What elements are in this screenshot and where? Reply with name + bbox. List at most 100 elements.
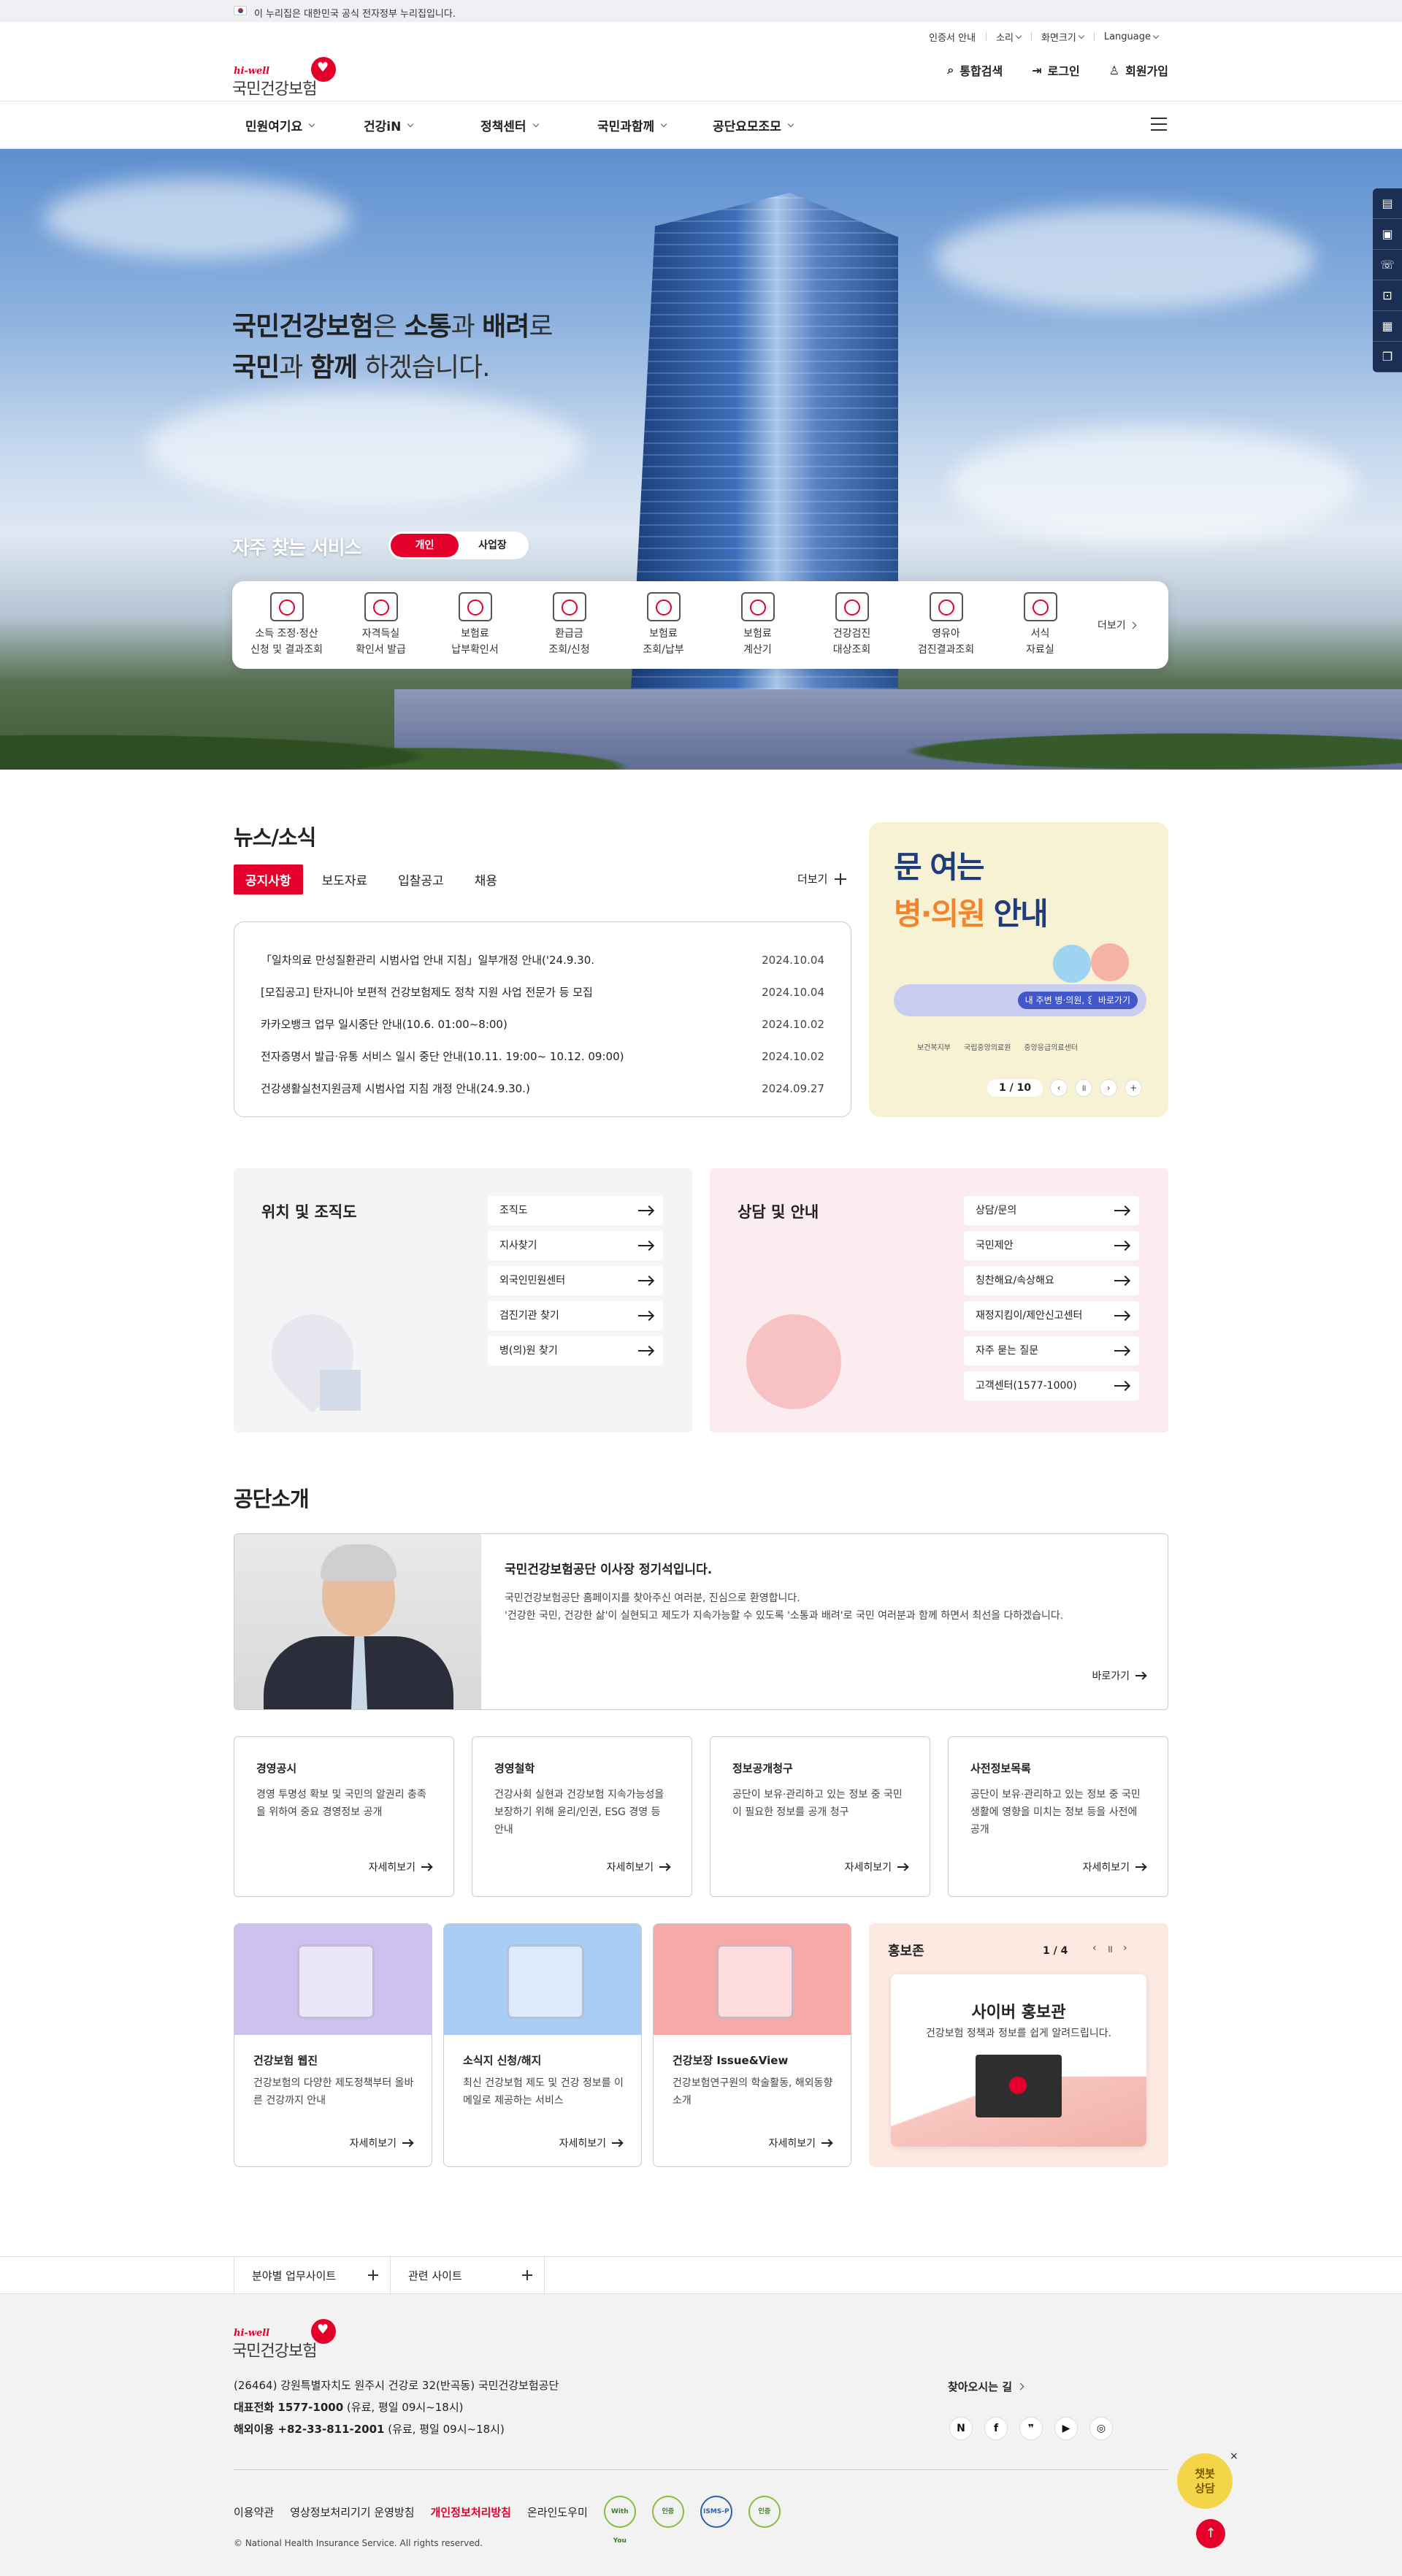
next-icon[interactable]: › bbox=[1100, 1079, 1118, 1097]
newsletter-card[interactable]: 소식지 신청/해지 최신 건강보험 제도 및 건강 정보를 이메일로 제공하는 서… bbox=[443, 1923, 642, 2167]
info-card[interactable]: 경영공시 경영 투명성 확보 및 국민의 알권리 충족을 위하여 중요 경영정보 … bbox=[234, 1736, 454, 1897]
location-link[interactable]: 병(의)원 찾기 bbox=[488, 1336, 663, 1365]
info-card[interactable]: 경영철학 건강사회 실현과 건강보험 지속가능성을 보장하기 위해 윤리/인권, … bbox=[472, 1736, 692, 1897]
list-item[interactable]: 전자증명서 발급·유통 서비스 일시 중단 안내(10.11. 19:00~ 1… bbox=[261, 1040, 824, 1073]
gnb-item-together[interactable]: 국민과함께 bbox=[597, 116, 713, 134]
youtube-icon[interactable]: ▶ bbox=[1054, 2417, 1078, 2440]
service-refund[interactable]: 환급금 조회/신청 bbox=[522, 592, 616, 658]
consult-link[interactable]: 자주 묻는 질문 bbox=[964, 1336, 1139, 1365]
card-more[interactable]: 자세히보기 bbox=[607, 1860, 670, 1874]
tab-bids[interactable]: 입찰공고 bbox=[386, 865, 456, 894]
terms-link[interactable]: 이용약관 bbox=[234, 2504, 274, 2520]
directions-link[interactable]: 찾아오시는 길 bbox=[948, 2379, 1024, 2394]
go-label: 바로가기 bbox=[1092, 1671, 1130, 1682]
hospital-banner[interactable]: 문 여는 병·의원 안내 내 주변 병·의원, 응급실 찾기 바로가기 보건복지부… bbox=[869, 822, 1168, 1117]
gnb-item-about[interactable]: 공단요모조모 bbox=[713, 116, 837, 134]
quick-copy-icon[interactable]: ❐ bbox=[1373, 342, 1402, 372]
zoom-dropdown[interactable]: 화면크기 bbox=[1031, 26, 1094, 47]
privacy-policy-link[interactable]: 개인정보처리방침 bbox=[431, 2504, 511, 2520]
list-item[interactable]: 「일차의료 만성질환관리 시범사업 안내 지침」일부개정 안내('24.9.30… bbox=[261, 944, 824, 976]
quick-lock-icon[interactable]: ⊡ bbox=[1373, 280, 1402, 311]
location-link[interactable]: 검진기관 찾기 bbox=[488, 1301, 663, 1330]
cert-link[interactable]: 인증서 안내 bbox=[919, 26, 986, 47]
toggle-business[interactable]: 사업장 bbox=[459, 534, 526, 557]
site-logo[interactable]: hi-well 국민건강보험 bbox=[232, 54, 342, 99]
quick-certificate-icon[interactable]: ▣ bbox=[1373, 219, 1402, 250]
plus-icon[interactable]: + bbox=[1125, 1079, 1143, 1097]
isms-badge: ISMS-P bbox=[700, 2496, 732, 2528]
card-more[interactable]: 자세히보기 bbox=[559, 2136, 622, 2150]
toggle-personal[interactable]: 개인 bbox=[391, 534, 459, 557]
go-button[interactable]: 바로가기 bbox=[1090, 992, 1138, 1009]
hamburger-menu-icon[interactable] bbox=[1151, 118, 1167, 131]
service-infant-checkup[interactable]: 영유아 검진결과조회 bbox=[899, 592, 993, 658]
consult-link[interactable]: 칭찬해요/속상해요 bbox=[964, 1266, 1139, 1295]
pause-icon[interactable]: ॥ bbox=[1075, 1079, 1093, 1097]
info-card[interactable]: 정보공개청구 공단이 보유·관리하고 있는 정보 중 국민이 필요한 정보를 공개… bbox=[710, 1736, 930, 1897]
consult-link[interactable]: 고객센터(1577-1000) bbox=[964, 1371, 1139, 1400]
location-link[interactable]: 조직도 bbox=[488, 1196, 663, 1225]
close-icon[interactable]: × bbox=[1230, 2450, 1238, 2462]
business-sites-dropdown[interactable]: 분야별 업무사이트 bbox=[234, 2257, 390, 2295]
service-qualification[interactable]: 자격득실 확인서 발급 bbox=[334, 592, 428, 658]
card-more[interactable]: 자세히보기 bbox=[1083, 1860, 1146, 1874]
tab-notice[interactable]: 공지사항 bbox=[234, 865, 303, 894]
instagram-icon[interactable]: ◎ bbox=[1089, 2417, 1113, 2440]
list-item[interactable]: 카카오뱅크 업무 일시중단 안내(10.6. 01:00~8:00) 2024.1… bbox=[261, 1008, 824, 1040]
consult-link[interactable]: 상담/문의 bbox=[964, 1196, 1139, 1225]
next-icon[interactable]: › bbox=[1123, 1942, 1127, 1956]
issue-view-card[interactable]: 건강보장 Issue&View 건강보험연구원의 학술활동, 해외동향 소개 자세히… bbox=[653, 1923, 851, 2167]
cyber-pr-card[interactable]: 사이버 홍보관 건강보험 정책과 정보를 쉽게 알려드립니다. bbox=[891, 1974, 1146, 2147]
card-title: 경영철학 bbox=[494, 1762, 535, 1775]
service-checkup[interactable]: 건강검진 대상조회 bbox=[805, 592, 899, 658]
location-link[interactable]: 지사찾기 bbox=[488, 1231, 663, 1260]
related-sites-dropdown[interactable]: 관련 사이트 bbox=[390, 2257, 545, 2295]
language-dropdown[interactable]: Language bbox=[1093, 26, 1168, 47]
service-payment-cert[interactable]: 보험료 납부확인서 bbox=[428, 592, 522, 658]
services-more-button[interactable]: 더보기 bbox=[1098, 618, 1137, 632]
service-forms[interactable]: 서식 자료실 bbox=[993, 592, 1087, 658]
prev-icon[interactable]: ‹ bbox=[1050, 1079, 1068, 1097]
naver-blog-icon[interactable]: N bbox=[949, 2417, 973, 2440]
hospital-search-pill[interactable]: 내 주변 병·의원, 응급실 찾기 바로가기 bbox=[894, 984, 1146, 1016]
card-more[interactable]: 자세히보기 bbox=[369, 1860, 432, 1874]
signup-button[interactable]: ♙ 회원가입 bbox=[1109, 61, 1168, 79]
scroll-top-icon[interactable]: ↑ bbox=[1196, 2519, 1225, 2548]
ceo-go-button[interactable]: 바로가기 bbox=[1092, 1668, 1146, 1683]
card-more[interactable]: 자세히보기 bbox=[350, 2136, 413, 2150]
info-card[interactable]: 사전정보목록 공단이 보유·관리하고 있는 정보 중 국민생활에 영향을 미치는 … bbox=[948, 1736, 1168, 1897]
pause-icon[interactable]: ॥ bbox=[1107, 1942, 1113, 1956]
tab-press[interactable]: 보도자료 bbox=[310, 865, 380, 894]
consult-link[interactable]: 국민제안 bbox=[964, 1231, 1139, 1260]
login-button[interactable]: ⇥ 로그인 bbox=[1032, 61, 1080, 79]
service-calculator[interactable]: 보험료 계산기 bbox=[710, 592, 805, 658]
service-premium-pay[interactable]: 보험료 조회/납부 bbox=[616, 592, 710, 658]
kakao-icon[interactable]: ❞ bbox=[1019, 2417, 1043, 2440]
list-item[interactable]: [모집공고] 탄자니아 보편적 건강보험제도 정착 지원 사업 전문가 등 모집… bbox=[261, 976, 824, 1008]
gnb-item-policy[interactable]: 정책센터 bbox=[480, 116, 597, 134]
chatbot-button[interactable]: 챗봇 상담 bbox=[1177, 2453, 1233, 2509]
cctv-policy-link[interactable]: 영상정보처리기기 운영방침 bbox=[290, 2504, 414, 2520]
ceo-hair bbox=[321, 1544, 397, 1581]
quick-phone-icon[interactable]: ☏ bbox=[1373, 250, 1402, 280]
card-more[interactable]: 자세히보기 bbox=[769, 2136, 832, 2150]
prev-icon[interactable]: ‹ bbox=[1092, 1942, 1097, 1956]
webzine-card[interactable]: 건강보험 웹진 건강보험의 다양한 제도정책부터 올바른 건강까지 안내 자세히보기 bbox=[234, 1923, 432, 2167]
search-button[interactable]: ⌕ 통합검색 bbox=[947, 61, 1003, 79]
gnb-item-civil[interactable]: 민원여기요 bbox=[245, 116, 364, 134]
consult-link[interactable]: 재정지킴이/제안신고센터 bbox=[964, 1301, 1139, 1330]
list-item[interactable]: 건강생활실천지원금제 시범사업 지침 개정 안내(24.9.30.) 2024.0… bbox=[261, 1073, 824, 1105]
tab-recruit[interactable]: 채용 bbox=[463, 865, 509, 894]
gnb-item-health[interactable]: 건강iN bbox=[364, 116, 480, 134]
facebook-icon[interactable]: f bbox=[984, 2417, 1008, 2440]
quick-document-icon[interactable]: ▤ bbox=[1373, 188, 1402, 219]
card-more[interactable]: 자세히보기 bbox=[845, 1860, 908, 1874]
news-more-button[interactable]: 더보기 bbox=[797, 871, 847, 886]
service-income-adjust[interactable]: 소득 조정·정산 신청 및 결과조회 bbox=[240, 592, 334, 658]
quick-form-icon[interactable]: ▦ bbox=[1373, 311, 1402, 342]
online-help-link[interactable]: 온라인도우미 bbox=[527, 2504, 588, 2520]
link-label: 지사찾기 bbox=[499, 1240, 537, 1251]
more-label: 자세히보기 bbox=[349, 2138, 397, 2150]
sound-dropdown[interactable]: 소리 bbox=[986, 26, 1031, 47]
location-link[interactable]: 외국인민원센터 bbox=[488, 1266, 663, 1295]
